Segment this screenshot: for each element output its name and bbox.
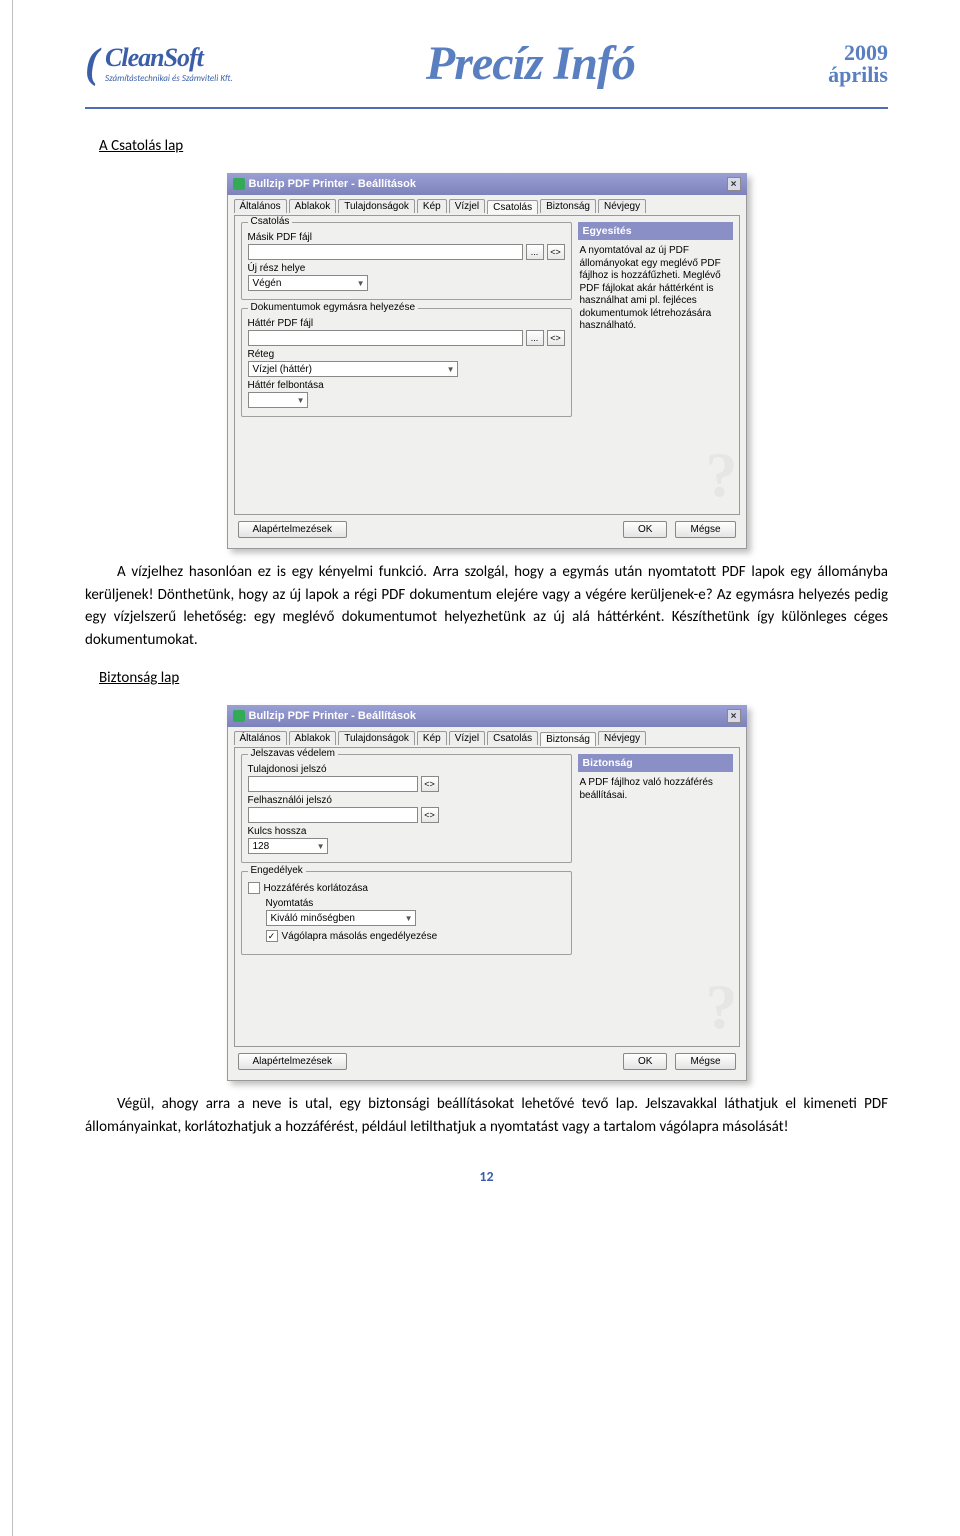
- ok-button[interactable]: OK: [623, 1053, 667, 1070]
- logo-text-big: CleanSoft: [105, 43, 233, 73]
- tab-nevjegy[interactable]: Névjegy: [598, 731, 646, 745]
- tab-csatolas[interactable]: Csatolás: [487, 731, 538, 745]
- label-hatter-pdf: Háttér PDF fájl: [248, 318, 565, 329]
- titlebar: Bullzip PDF Printer - Beállítások ×: [227, 705, 747, 727]
- dropdown-reteg[interactable]: Vízjel (háttér) ▼: [248, 361, 458, 377]
- section-heading-biztonsag: Biztonság lap: [99, 669, 888, 687]
- page-number: 12: [85, 1168, 888, 1185]
- group-title: Dokumentumok egymásra helyezése: [248, 302, 419, 313]
- side-header: Egyesítés: [578, 222, 733, 240]
- label-felhasznaloi: Felhasználói jelszó: [248, 795, 565, 806]
- app-icon: [233, 710, 245, 722]
- label-masik-pdf: Másik PDF fájl: [248, 232, 565, 243]
- chevron-down-icon: ▼: [297, 396, 305, 405]
- dropdown-ujresz[interactable]: Végén ▼: [248, 275, 368, 291]
- macro-button[interactable]: <>: [547, 244, 565, 260]
- macro-button[interactable]: <>: [421, 807, 439, 823]
- input-hatter-pdf[interactable]: [248, 330, 523, 346]
- side-help-text: A nyomtatóval az új PDF állományokat egy…: [578, 240, 733, 338]
- dialog-title: Bullzip PDF Printer - Beállítások: [249, 710, 416, 722]
- label-reteg: Réteg: [248, 349, 565, 360]
- dialog-biztonsag: Bullzip PDF Printer - Beállítások × Álta…: [227, 705, 747, 1081]
- cancel-button[interactable]: Mégse: [675, 521, 735, 538]
- dropdown-keylength[interactable]: 128 ▼: [248, 838, 328, 854]
- doc-year: 2009: [828, 42, 888, 64]
- cancel-button[interactable]: Mégse: [675, 1053, 735, 1070]
- label-ujresz: Új rész helye: [248, 263, 565, 274]
- dropdown-nyomtatas[interactable]: Kiváló minőségben ▼: [266, 910, 416, 926]
- side-header: Biztonság: [578, 754, 733, 772]
- tab-biztonsag[interactable]: Biztonság: [540, 199, 596, 213]
- doc-date: 2009 április: [828, 42, 888, 86]
- chevron-down-icon: ▼: [447, 365, 455, 374]
- checkbox-hozzaferes[interactable]: Hozzáférés korlátozása: [248, 882, 565, 894]
- tab-nevjegy[interactable]: Névjegy: [598, 199, 646, 213]
- checkbox-label: Vágólapra másolás engedélyezése: [282, 931, 438, 942]
- titlebar: Bullzip PDF Printer - Beállítások ×: [227, 173, 747, 195]
- checkbox-vagolap[interactable]: ✓ Vágólapra másolás engedélyezése: [266, 930, 565, 942]
- tab-altalanos[interactable]: Általános: [234, 731, 287, 745]
- dropdown-value: Kiváló minőségben: [271, 913, 356, 924]
- tab-ablakok[interactable]: Ablakok: [289, 731, 337, 745]
- chevron-down-icon: ▼: [357, 279, 365, 288]
- app-icon: [233, 178, 245, 190]
- tab-tulajdonsagok[interactable]: Tulajdonságok: [338, 731, 415, 745]
- label-kulcs: Kulcs hossza: [248, 826, 565, 837]
- dropdown-value: 128: [253, 841, 270, 852]
- checkbox-label: Hozzáférés korlátozása: [264, 883, 369, 894]
- tab-vizjel[interactable]: Vízjel: [449, 731, 485, 745]
- defaults-button[interactable]: Alapértelmezések: [238, 1053, 347, 1070]
- group-engedelyek: Engedélyek Hozzáférés korlátozása Nyomta…: [241, 871, 572, 955]
- ok-button[interactable]: OK: [623, 521, 667, 538]
- group-jelszavas: Jelszavas védelem Tulajdonosi jelszó <> …: [241, 754, 572, 863]
- dropdown-value: Végén: [253, 278, 282, 289]
- tab-vizjel[interactable]: Vízjel: [449, 199, 485, 213]
- tab-tulajdonsagok[interactable]: Tulajdonságok: [338, 199, 415, 213]
- page-header: ( CleanSoft Számítástechnikai és Számvit…: [85, 36, 888, 109]
- dialog-csatolas: Bullzip PDF Printer - Beállítások × Álta…: [227, 173, 747, 549]
- paragraph-csatolas: A vízjelhez hasonlóan ez is egy kényelmi…: [85, 561, 888, 651]
- defaults-button[interactable]: Alapértelmezések: [238, 521, 347, 538]
- macro-button[interactable]: <>: [421, 776, 439, 792]
- group-title: Engedélyek: [248, 865, 306, 876]
- browse-button[interactable]: ...: [526, 330, 544, 346]
- logo-text-small: Számítástechnikai és Számviteli Kft.: [105, 73, 233, 84]
- group-title: Csatolás: [248, 216, 293, 227]
- tab-kep[interactable]: Kép: [417, 731, 447, 745]
- chevron-down-icon: ▼: [405, 914, 413, 923]
- group-csatolas: Csatolás Másik PDF fájl ... <> Új rész h…: [241, 222, 572, 300]
- label-tulajdonosi: Tulajdonosi jelszó: [248, 764, 565, 775]
- dropdown-felbontas[interactable]: ▼: [248, 392, 308, 408]
- chevron-down-icon: ▼: [317, 842, 325, 851]
- doc-title: Precíz Infó: [426, 36, 635, 91]
- group-egymasra: Dokumentumok egymásra helyezése Háttér P…: [241, 308, 572, 417]
- paragraph-biztonsag: Végül, ahogy arra a neve is utal, egy bi…: [85, 1093, 888, 1138]
- tab-altalanos[interactable]: Általános: [234, 199, 287, 213]
- macro-button[interactable]: <>: [547, 330, 565, 346]
- checkbox-icon: [248, 882, 260, 894]
- dropdown-value: Vízjel (háttér): [253, 364, 312, 375]
- tab-csatolas[interactable]: Csatolás: [487, 200, 538, 214]
- input-masik-pdf[interactable]: [248, 244, 523, 260]
- tab-biztonsag[interactable]: Biztonság: [540, 732, 596, 746]
- browse-button[interactable]: ...: [526, 244, 544, 260]
- close-button[interactable]: ×: [727, 709, 741, 723]
- logo-cleansoft: ( CleanSoft Számítástechnikai és Számvit…: [85, 40, 233, 88]
- doc-month: április: [828, 64, 888, 86]
- group-title: Jelszavas védelem: [248, 748, 338, 759]
- label-hatter-felbontas: Háttér felbontása: [248, 380, 565, 391]
- side-help-text: A PDF fájlhoz való hozzáférés beállítása…: [578, 772, 733, 807]
- label-nyomtatas: Nyomtatás: [266, 898, 565, 909]
- logo-mark-icon: (: [85, 40, 99, 88]
- section-heading-csatolas: A Csatolás lap: [99, 137, 888, 155]
- input-owner-password[interactable]: [248, 776, 418, 792]
- checkbox-icon: ✓: [266, 930, 278, 942]
- close-button[interactable]: ×: [727, 177, 741, 191]
- tab-ablakok[interactable]: Ablakok: [289, 199, 337, 213]
- tab-kep[interactable]: Kép: [417, 199, 447, 213]
- dialog-title: Bullzip PDF Printer - Beállítások: [249, 178, 416, 190]
- input-user-password[interactable]: [248, 807, 418, 823]
